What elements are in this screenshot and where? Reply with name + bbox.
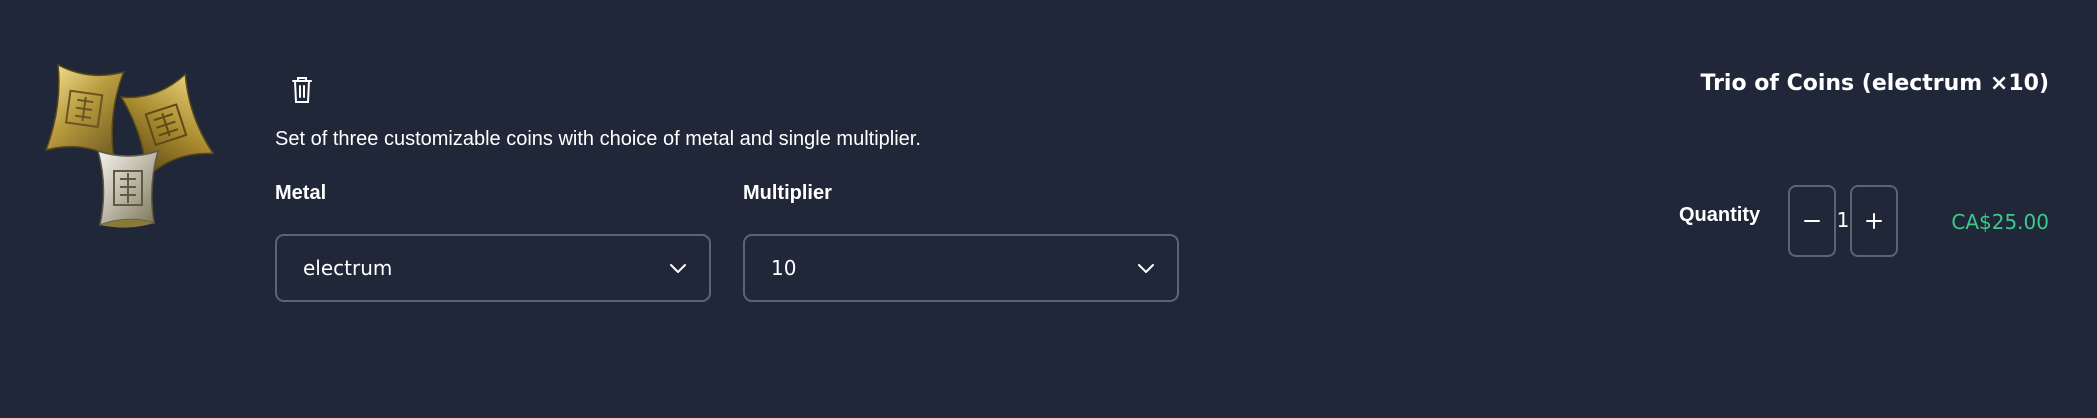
- metal-select[interactable]: electrum: [275, 234, 711, 302]
- trash-icon: [292, 77, 312, 103]
- multiplier-label: Multiplier: [743, 182, 832, 204]
- product-description: Set of three customizable coins with cho…: [275, 128, 921, 150]
- item-price: CA$25.00: [1951, 210, 2049, 234]
- plus-icon: [1866, 213, 1882, 229]
- quantity-value: 1: [1836, 208, 1850, 232]
- multiplier-select-value: 10: [771, 256, 797, 280]
- product-image: [40, 55, 240, 240]
- coins-image: [44, 63, 215, 228]
- metal-label: Metal: [275, 182, 327, 204]
- increase-quantity-button[interactable]: [1850, 185, 1898, 257]
- minus-icon: [1804, 220, 1820, 222]
- multiplier-select[interactable]: 10: [743, 234, 1179, 302]
- chevron-down-icon: [670, 264, 686, 273]
- decrease-quantity-button[interactable]: [1788, 185, 1836, 257]
- chevron-down-icon: [1138, 264, 1154, 273]
- product-title: Trio of Coins (electrum ×10): [1700, 71, 2049, 96]
- delete-item-button[interactable]: [280, 68, 324, 112]
- metal-select-value: electrum: [303, 256, 393, 280]
- quantity-label: Quantity: [1679, 204, 1761, 226]
